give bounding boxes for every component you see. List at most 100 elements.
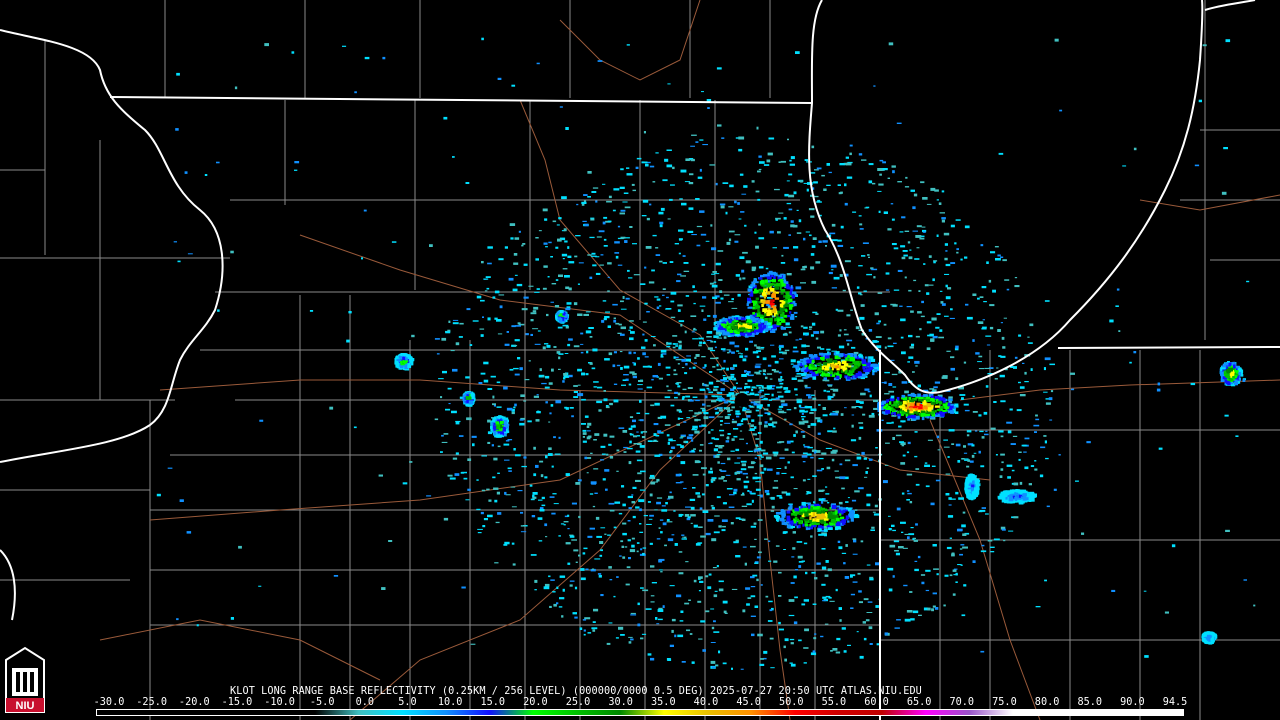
radar-echo (1053, 488, 1057, 491)
radar-echo (809, 412, 814, 414)
radar-echo (710, 340, 714, 343)
radar-echo (845, 518, 849, 521)
radar-echo (914, 258, 920, 260)
radar-echo (494, 499, 498, 503)
radar-echo (1011, 482, 1014, 485)
radar-echo (811, 322, 816, 326)
radar-echo (481, 261, 484, 264)
radar-echo (858, 487, 864, 490)
radar-echo (915, 468, 920, 470)
radar-echo (483, 278, 489, 280)
radar-echo (602, 183, 606, 185)
radar-echo (860, 304, 865, 307)
radar-echo (768, 540, 771, 542)
radar-echo (603, 245, 608, 247)
radar-echo (778, 378, 782, 381)
radar-echo (822, 414, 828, 417)
radar-echo (580, 343, 584, 345)
radar-echo (329, 406, 334, 410)
radar-echo (708, 381, 714, 385)
radar-echo (793, 311, 798, 314)
radar-echo (795, 51, 800, 54)
radar-echo (1019, 481, 1023, 485)
radar-echo (739, 256, 745, 259)
radar-echo (403, 360, 409, 363)
radar-echo (613, 188, 620, 191)
radar-echo (718, 477, 724, 480)
radar-echo (803, 518, 809, 522)
radar-echo (533, 306, 539, 310)
radar-echo (481, 455, 487, 457)
radar-echo (977, 361, 982, 363)
radar-echo (629, 440, 632, 444)
radar-echo (827, 568, 832, 572)
radar-echo (630, 433, 634, 436)
radar-echo (844, 370, 847, 375)
radar-echo (805, 231, 810, 233)
radar-echo (963, 361, 967, 364)
radar-echo (177, 260, 181, 263)
radar-echo (659, 260, 663, 263)
radar-echo (716, 363, 719, 367)
radar-echo (593, 381, 599, 383)
radar-echo (936, 234, 939, 237)
radar-echo (901, 256, 906, 260)
radar-echo (577, 393, 584, 397)
radar-echo (801, 455, 808, 458)
radar-echo (346, 339, 350, 343)
radar-echo (813, 451, 817, 454)
radar-echo (816, 167, 822, 170)
radar-echo (677, 304, 683, 307)
radar-echo (722, 662, 727, 665)
radar-echo (681, 202, 687, 206)
radar-echo (890, 203, 894, 205)
radar-echo (781, 514, 786, 518)
radar-echo (849, 152, 852, 156)
radar-echo (906, 451, 910, 454)
radar-echo (580, 351, 584, 354)
radar-echo (839, 274, 843, 277)
radar-echo (794, 388, 798, 391)
radar-echo (854, 490, 860, 493)
radar-echo (514, 403, 517, 407)
radar-echo (616, 470, 619, 472)
radar-echo (858, 215, 862, 217)
radar-echo (671, 629, 674, 633)
radar-echo (1234, 379, 1238, 383)
radar-echo (563, 373, 568, 376)
radar-echo (625, 583, 630, 586)
radar-echo (620, 634, 625, 636)
radar-echo (538, 499, 543, 501)
radar-echo (1040, 446, 1046, 449)
radar-echo (409, 358, 413, 362)
radar-echo (821, 373, 824, 377)
radar-echo (655, 152, 659, 154)
radar-echo (932, 278, 935, 282)
radar-echo (567, 514, 570, 517)
radar-echo (695, 492, 700, 495)
radar-echo (831, 223, 836, 227)
radar-echo (869, 643, 873, 645)
radar-echo (546, 344, 551, 348)
radar-echo (770, 303, 775, 306)
radar-echo (755, 363, 762, 365)
radar-echo (823, 528, 828, 532)
radar-echo (886, 262, 891, 265)
radar-echo (743, 485, 748, 489)
radar-echo (689, 173, 694, 176)
radar-echo (947, 402, 951, 407)
radar-echo (629, 326, 633, 329)
radar-echo (909, 407, 913, 412)
radar-echo (769, 283, 775, 286)
radar-echo (745, 442, 748, 445)
radar-echo (728, 319, 732, 323)
radar-echo (721, 137, 725, 139)
radar-echo (571, 502, 577, 505)
radar-echo (951, 552, 955, 554)
radar-echo (669, 261, 674, 263)
radar-echo (519, 419, 524, 421)
radar-echo (650, 595, 655, 597)
radar-echo (792, 350, 799, 353)
radar-echo (807, 425, 811, 428)
radar-echo (686, 355, 691, 357)
